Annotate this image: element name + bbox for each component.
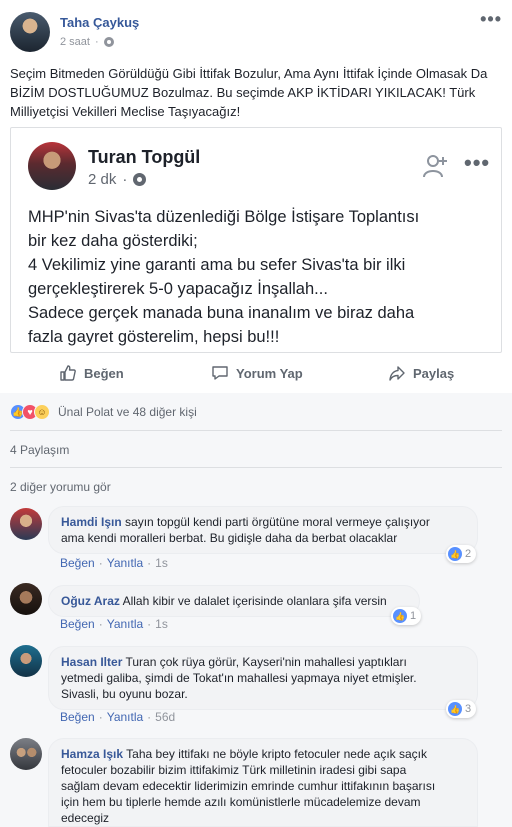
divider (10, 467, 502, 468)
more-options-icon[interactable]: ••• (480, 10, 502, 28)
comment-bubble: Oğuz Araz Allah kibir ve dalalet içerisi… (48, 585, 420, 617)
divider (10, 430, 502, 431)
comment-like-link[interactable]: Beğen (60, 556, 95, 570)
comment-text: edecegiz (61, 811, 110, 825)
comment-reply-link[interactable]: Yanıtla (107, 617, 143, 631)
reaction-count: 3 (465, 703, 472, 715)
comment-timestamp[interactable]: 1s (155, 617, 168, 631)
comment-text: Sivasli, bu oyunu bozar. (61, 687, 188, 701)
comment-bubble: Hamza Işık Taha bey ittifakı ne böyle kr… (48, 738, 478, 827)
like-reaction-icon: 👍 (448, 702, 462, 716)
shares-count[interactable]: 4 Paylaşım (10, 443, 69, 457)
comment-actions: Beğen · Yanıtla · 1s (60, 617, 168, 631)
shared-author-name[interactable]: Turan Topgül (88, 147, 200, 168)
share-label: Paylaş (413, 365, 455, 381)
reaction-count: 1 (410, 610, 417, 622)
comment-like-link[interactable]: Beğen (60, 617, 95, 631)
shared-text-line: bir kez daha gösterdiki; (28, 232, 198, 250)
commenter-name[interactable]: Oğuz Araz (61, 594, 120, 608)
shared-post-timestamp[interactable]: 2 dk (88, 171, 116, 188)
avatar[interactable] (10, 645, 42, 677)
comment-text: fetoculer bozabilir bizim ittifakimiz Tü… (61, 763, 407, 777)
comment-like-link[interactable]: Beğen (60, 710, 95, 724)
comment-bubble: Hasan Ilter Turan çok rüya görür, Kayser… (48, 646, 478, 710)
commenter-name[interactable]: Hasan Ilter (61, 655, 122, 669)
comment-text: Taha bey ittifakı ne böyle kripto fetocu… (126, 747, 428, 761)
shared-more-options-icon[interactable]: ••• (464, 150, 490, 176)
comment-text: Turan çok rüya görür, Kayseri'nin mahall… (125, 655, 407, 669)
avatar[interactable] (10, 12, 50, 52)
comment-text: yetmedi galiba, şimdi de Tokat'ın mahall… (61, 671, 417, 685)
avatar[interactable] (10, 583, 42, 615)
comment-reply-link[interactable]: Yanıtla (107, 556, 143, 570)
post-header: Taha Çaykuş 2 saat · ••• (10, 10, 502, 54)
post-text: Seçim Bitmeden Görüldüğü Gibi İttifak Bo… (10, 66, 488, 119)
shared-text-line: 4 Vekilimiz yine garanti ama bu sefer Si… (28, 256, 406, 274)
reactions-summary[interactable]: 👍 ♥ ☺ Ünal Polat ve 48 diğer kişi (10, 404, 197, 420)
thumbs-up-icon (60, 365, 76, 381)
share-button[interactable]: Paylaş (388, 364, 454, 382)
reaction-count: 2 (465, 548, 472, 560)
comment-reaction-count[interactable]: 👍 2 (446, 545, 477, 563)
comment-timestamp[interactable]: 1s (155, 556, 168, 570)
comment-actions: Beğen · Yanıtla · 1s (60, 556, 168, 570)
add-friend-icon[interactable] (422, 153, 448, 179)
comment-button[interactable]: Yorum Yap (211, 364, 303, 382)
avatar[interactable] (10, 508, 42, 540)
shared-text-line: MHP'nin Sivas'ta düzenlediği Bölge İstiş… (28, 208, 420, 226)
like-reaction-icon: 👍 (393, 609, 407, 623)
shared-post-meta: 2 dk · (88, 171, 147, 188)
comment-bubble: Hamdi Işın sayın topgül kendi parti örgü… (48, 506, 478, 554)
globe-icon (103, 37, 114, 47)
comment-icon (212, 366, 228, 380)
comment-text: sayın topgül kendi parti örgütüne moral … (125, 515, 430, 529)
haha-reaction-icon: ☺ (34, 404, 50, 420)
view-more-comments-link[interactable]: 2 diğer yorumu gör (10, 480, 111, 494)
comment-reaction-count[interactable]: 👍 1 (391, 607, 422, 625)
share-arrow-icon (389, 366, 405, 381)
dot-separator: · (94, 36, 99, 48)
comment-text: için hem bu tiplerle hemde azılı komünis… (61, 795, 421, 809)
commenter-name[interactable]: Hamdi Işın (61, 515, 122, 529)
globe-icon (133, 173, 147, 186)
comment-reaction-count[interactable]: 👍 3 (446, 700, 477, 718)
dot-separator: · (122, 171, 128, 188)
comment-reply-link[interactable]: Yanıtla (107, 710, 143, 724)
shared-author-avatar[interactable] (28, 142, 76, 190)
post-author-name[interactable]: Taha Çaykuş (60, 15, 139, 30)
comment-text: Allah kibir ve dalalet içerisinde olanla… (122, 594, 387, 608)
shared-post-text: MHP'nin Sivas'ta düzenlediği Bölge İstiş… (28, 205, 493, 349)
shared-text-line: fazla gayret gösterelim, hepsi bu!!! (28, 328, 280, 346)
commenter-name[interactable]: Hamza Işık (61, 747, 123, 761)
like-label: Beğen (84, 365, 124, 381)
shared-text-line: gerçekleştirerek 5-0 yapacağız İnşallah.… (28, 280, 328, 298)
shared-text-line: Sadece gerçek manada buna inanalım ve bi… (28, 304, 415, 322)
comment-label: Yorum Yap (236, 365, 303, 381)
post-action-bar: Beğen Yorum Yap Paylaş (0, 358, 512, 388)
like-button[interactable]: Beğen (59, 364, 124, 382)
comment-text: ama kendi moralleri berbat. Bu gidişle d… (61, 531, 398, 545)
post-meta: 2 saat · (60, 36, 114, 48)
post-timestamp[interactable]: 2 saat (60, 36, 90, 48)
comment-text: sağlam devam edecektir liderimizin emrin… (61, 779, 436, 793)
avatar[interactable] (10, 738, 42, 770)
reactions-text[interactable]: Ünal Polat ve 48 diğer kişi (58, 405, 197, 419)
comment-timestamp[interactable]: 56d (155, 710, 175, 724)
like-reaction-icon: 👍 (448, 547, 462, 561)
shared-post-card[interactable]: Turan Topgül 2 dk · ••• MHP'nin Sivas'ta… (10, 127, 502, 353)
comment-actions: Beğen · Yanıtla · 56d (60, 710, 176, 724)
